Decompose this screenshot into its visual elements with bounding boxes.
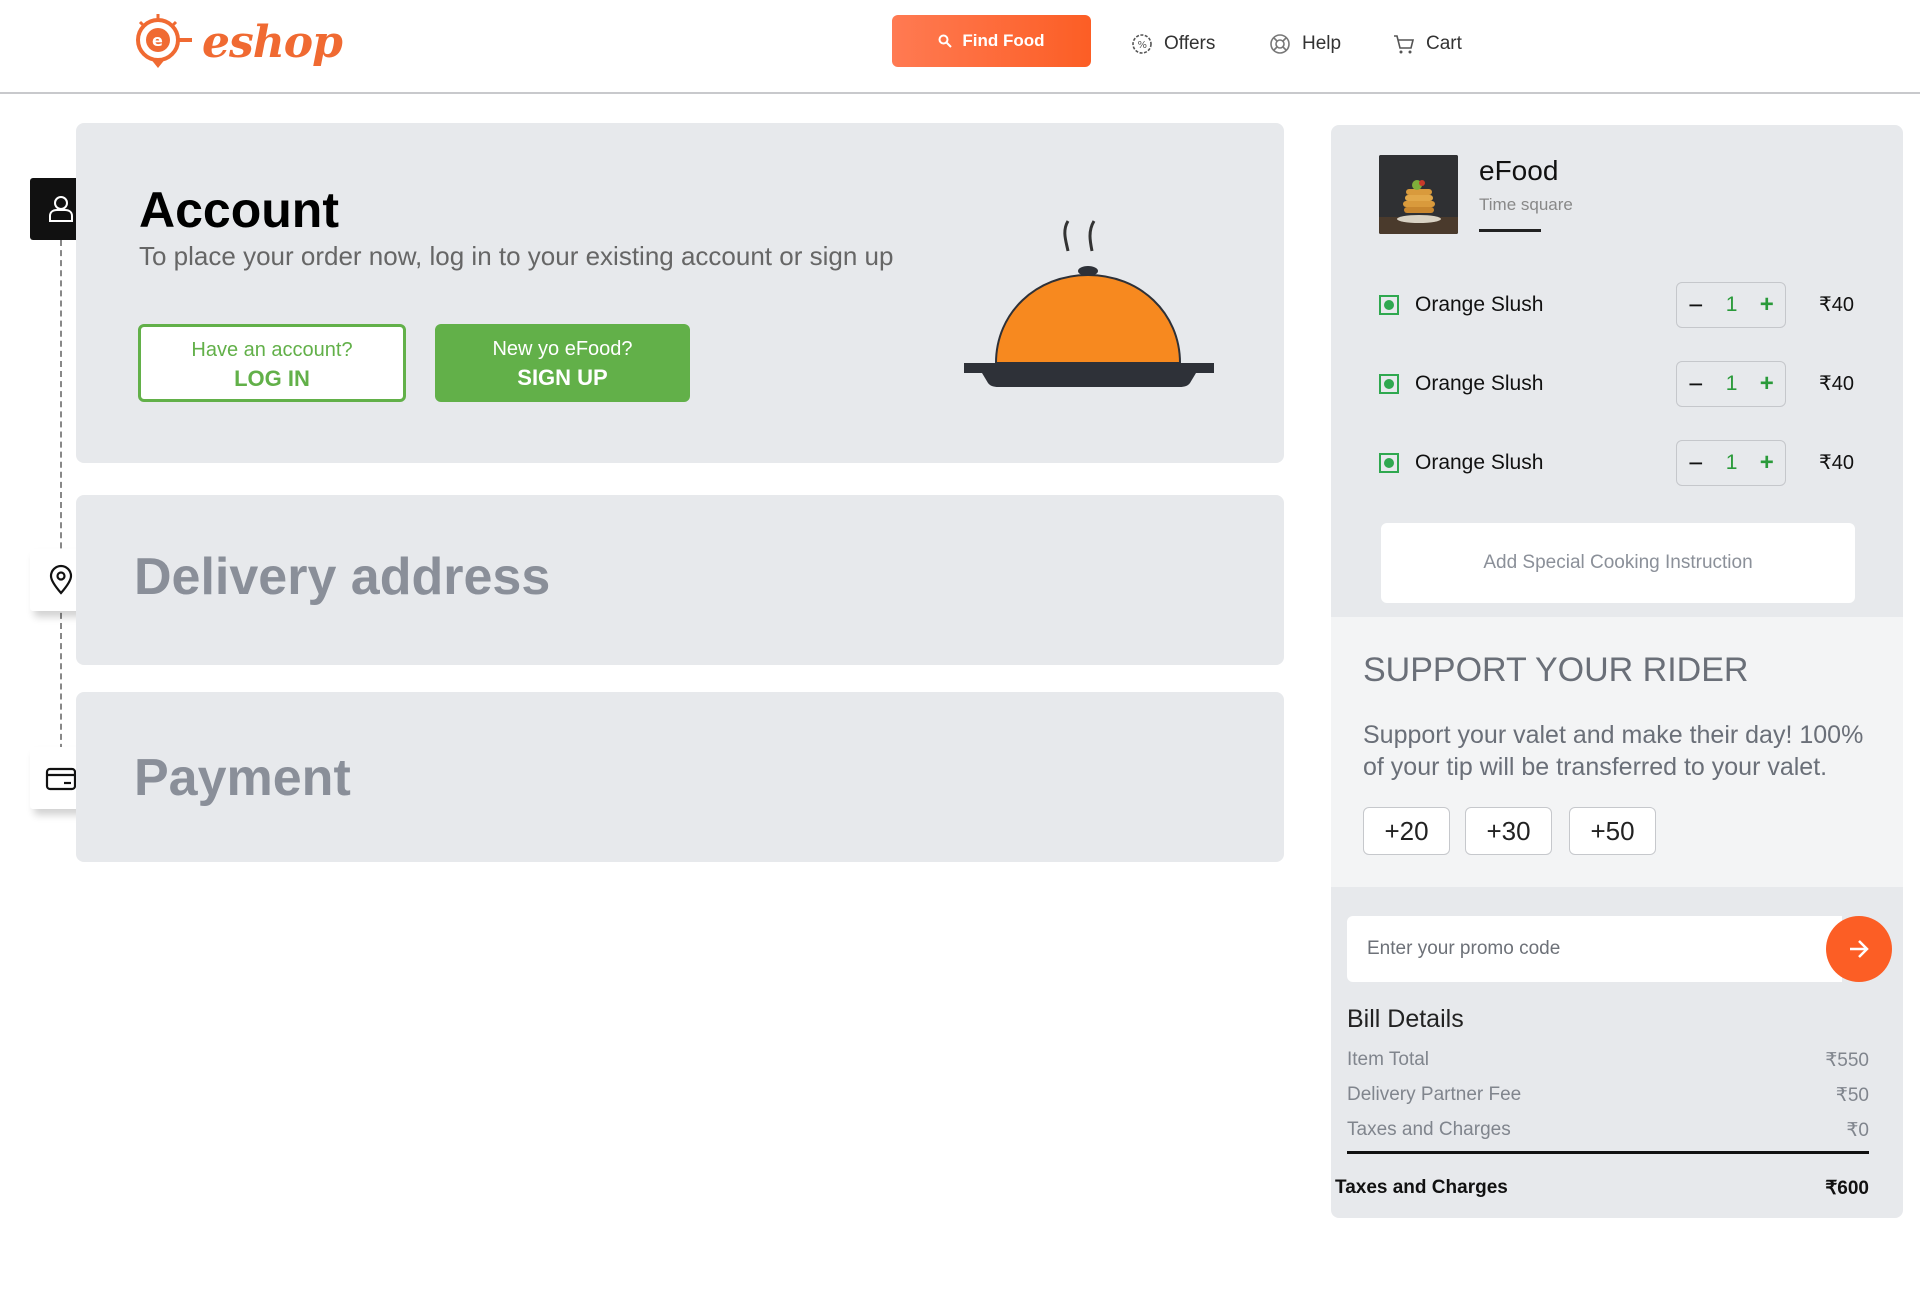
bill-row-label: Delivery Partner Fee [1347,1084,1522,1105]
nav-help[interactable]: Help [1268,32,1341,56]
veg-indicator-icon [1379,295,1399,315]
cart-item: Orange Slush − 1 + ₹40 [1379,440,1859,488]
apply-promo-button[interactable] [1826,916,1892,982]
card-icon [45,767,77,791]
signup-button[interactable]: New yo eFood? SIGN UP [435,324,690,402]
signup-prompt: New yo eFood? [492,338,633,360]
bill-row: Item Total ₹550 [1347,1049,1869,1072]
payment-card[interactable]: Payment [76,692,1284,862]
promo-code-input[interactable] [1347,916,1842,982]
nav-offers-label: Offers [1164,33,1216,54]
cart-item-price: ₹40 [1819,452,1854,474]
top-header: e eshop Find Food % Offers Help Cart [0,0,1920,94]
tip-option-30[interactable]: +30 [1465,807,1552,855]
support-rider-section: SUPPORT YOUR RIDER Support your valet an… [1331,617,1903,887]
location-pin-icon [49,564,73,595]
login-label: LOG IN [234,366,310,391]
promo-field [1347,916,1842,982]
veg-indicator-icon [1379,374,1399,394]
bill-details-title: Bill Details [1347,1005,1464,1033]
quantity-stepper: − 1 + [1676,440,1786,486]
cart-item-name: Orange Slush [1415,293,1544,316]
decrease-qty-button[interactable]: − [1688,290,1703,321]
restaurant-underline [1479,229,1541,232]
bill-section: Bill Details Item Total ₹550 Delivery Pa… [1331,887,1903,1218]
bill-row-label: Taxes and Charges [1347,1119,1511,1140]
nav-cart[interactable]: Cart [1392,32,1462,56]
increase-qty-button[interactable]: + [1760,291,1774,319]
nav-help-label: Help [1302,33,1342,54]
cart-panel: eFood Time square Orange Slush − 1 + ₹40… [1331,125,1903,617]
quantity-value: 1 [1725,451,1738,474]
checkout-steps-line [60,240,62,760]
account-subtitle: To place your order now, log in to your … [139,241,894,271]
nav-offers[interactable]: % Offers [1130,32,1215,56]
signup-label: SIGN UP [517,365,608,390]
quantity-value: 1 [1725,372,1738,395]
cart-item-price: ₹40 [1819,294,1854,316]
help-icon [1270,34,1290,54]
login-prompt: Have an account? [191,339,353,361]
search-icon [938,34,953,48]
eshop-logo[interactable]: e eshop [132,12,343,72]
cart-item: Orange Slush − 1 + ₹40 [1379,282,1859,330]
delivery-address-card[interactable]: Delivery address [76,495,1284,665]
support-rider-text: Support your valet and make their day! 1… [1363,721,1864,781]
offers-icon: % [1132,34,1152,54]
bill-divider [1347,1151,1869,1154]
svg-text:e: e [152,31,163,50]
svg-text:%: % [1138,40,1148,51]
cart-item-price: ₹40 [1819,373,1854,395]
cart-item-name: Orange Slush [1415,451,1544,474]
delivery-address-title: Delivery address [134,548,551,606]
logo-text: eshop [202,16,343,68]
restaurant-name: eFood [1479,155,1559,186]
bill-row: Taxes and Charges ₹0 [1347,1119,1869,1142]
bill-total-label: Taxes and Charges [1335,1177,1508,1198]
nav-cart-label: Cart [1426,33,1462,54]
payment-title: Payment [134,749,351,807]
bill-row: Delivery Partner Fee ₹50 [1347,1084,1869,1107]
account-title: Account [139,182,339,238]
bill-row-value: ₹50 [1835,1085,1869,1106]
food-cloche-illustration [964,220,1214,387]
increase-qty-button[interactable]: + [1760,370,1774,398]
tip-option-20[interactable]: +20 [1363,807,1450,855]
restaurant-image [1379,155,1458,234]
increase-qty-button[interactable]: + [1760,449,1774,477]
cart-item-name: Orange Slush [1415,372,1544,395]
special-instruction-button[interactable]: Add Special Cooking Instruction [1381,523,1855,603]
decrease-qty-button[interactable]: − [1688,369,1703,400]
bill-row-value: ₹550 [1825,1050,1869,1071]
bill-row-label: Item Total [1347,1049,1430,1070]
quantity-stepper: − 1 + [1676,282,1786,328]
logo-mark-icon: e [136,14,192,68]
veg-indicator-icon [1379,453,1399,473]
bill-row-value: ₹0 [1846,1120,1869,1141]
tip-option-50[interactable]: +50 [1569,807,1656,855]
bill-total-value: ₹600 [1825,1178,1869,1199]
quantity-value: 1 [1725,293,1738,316]
bill-total-row: Taxes and Charges ₹600 [1335,1177,1869,1200]
find-food-button[interactable]: Find Food [892,15,1091,67]
arrow-right-icon [1850,940,1869,958]
login-button[interactable]: Have an account? LOG IN [138,324,406,402]
find-food-label: Find Food [962,31,1045,50]
cart-item: Orange Slush − 1 + ₹40 [1379,361,1859,409]
quantity-stepper: − 1 + [1676,361,1786,407]
restaurant-location: Time square [1479,195,1573,214]
decrease-qty-button[interactable]: − [1688,448,1703,479]
user-icon [49,196,73,222]
cart-icon [1394,35,1415,54]
support-rider-title: SUPPORT YOUR RIDER [1363,651,1749,689]
account-card: Account To place your order now, log in … [76,123,1284,463]
